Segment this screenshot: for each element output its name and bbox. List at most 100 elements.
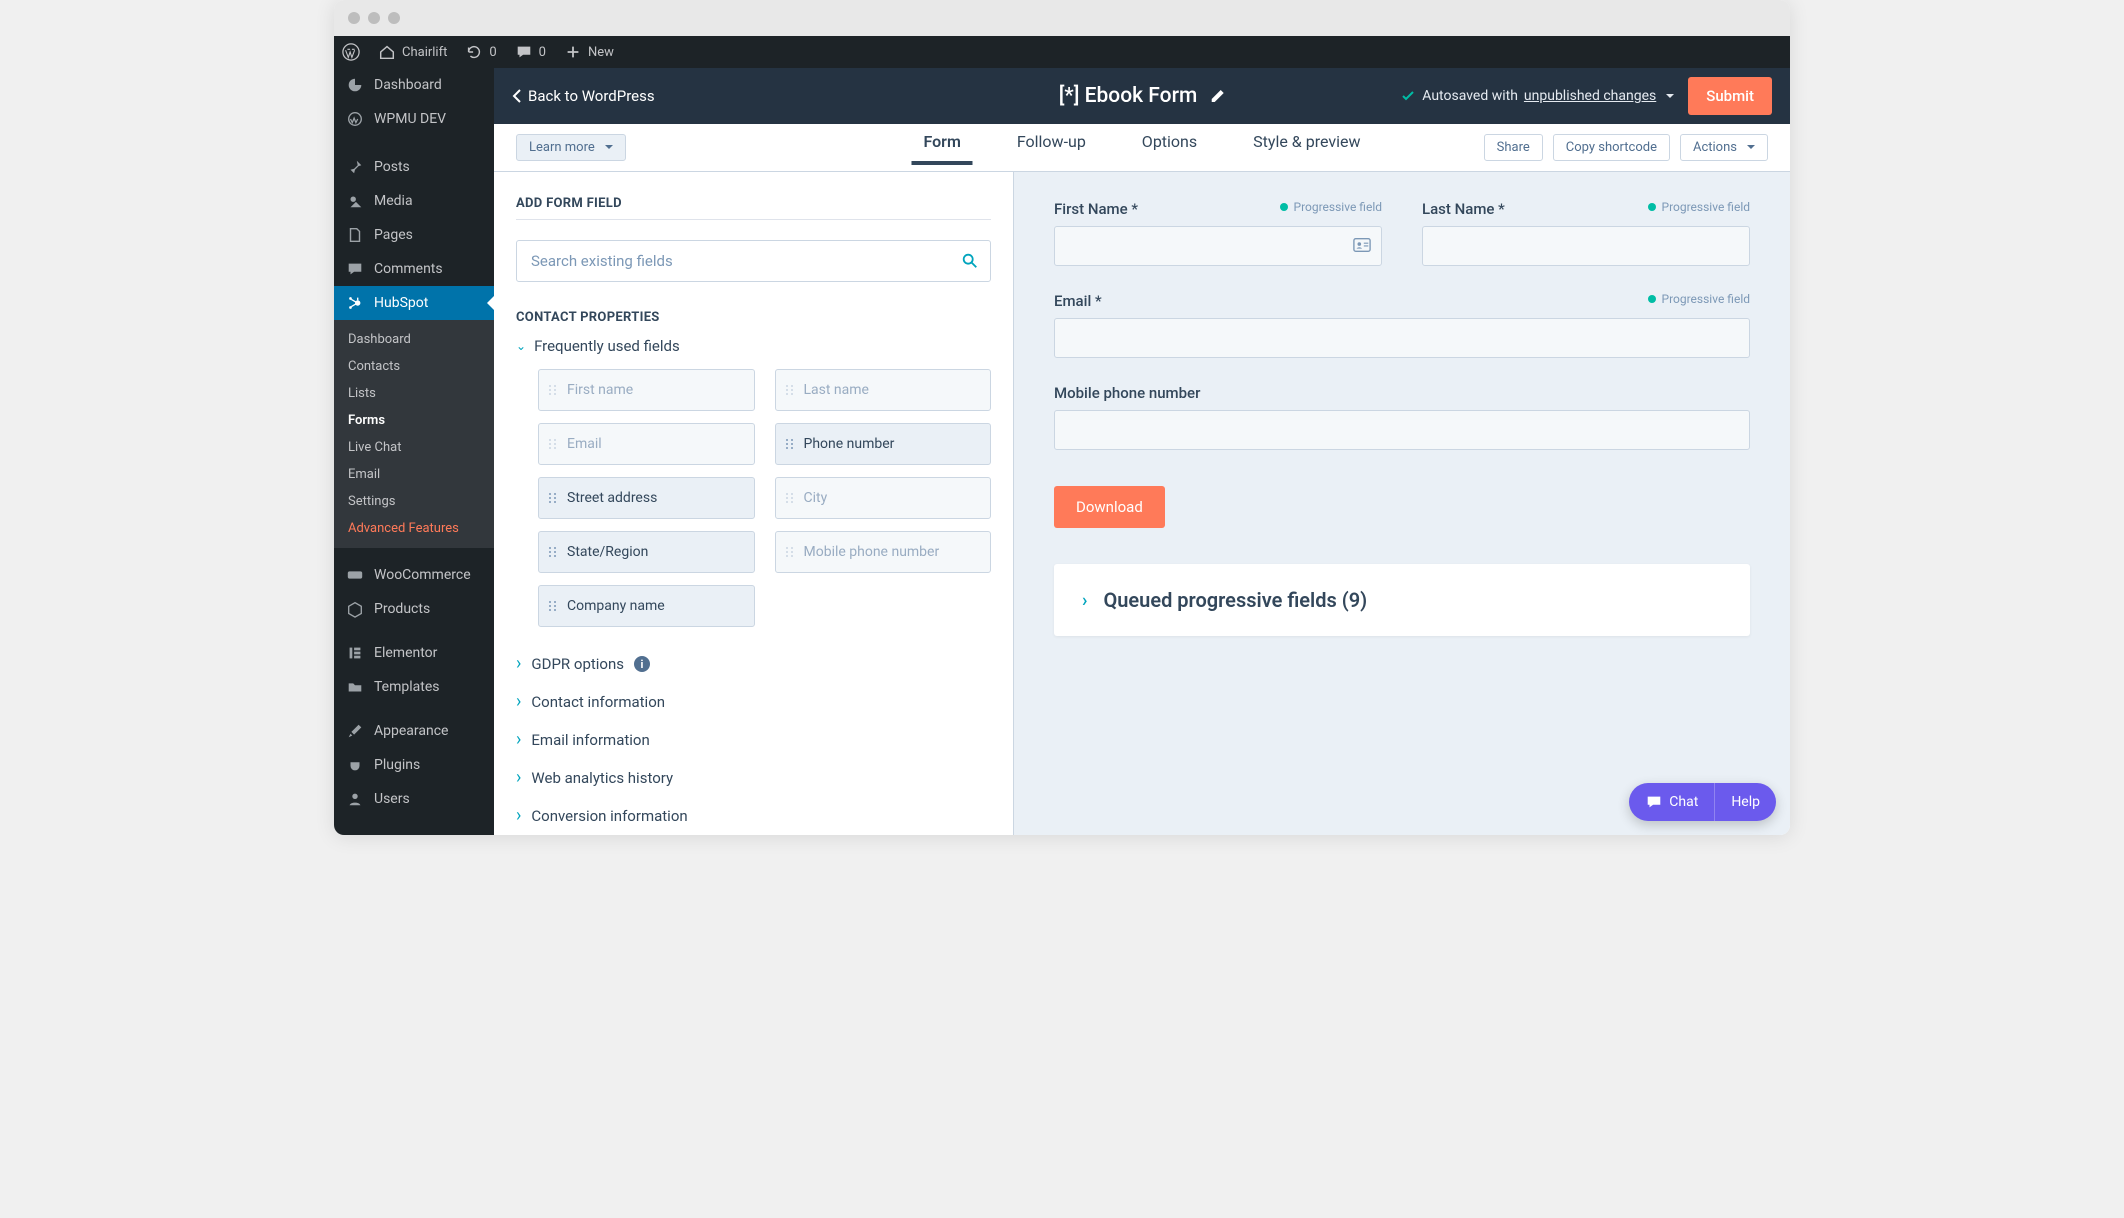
traffic-light-close[interactable] — [348, 12, 360, 24]
cat-analytics[interactable]: Web analytics history — [516, 759, 991, 797]
sidebar-item-appearance[interactable]: Appearance — [334, 714, 494, 748]
drag-icon — [786, 493, 794, 503]
submenu-livechat[interactable]: Live Chat — [334, 434, 494, 461]
wp-logo[interactable] — [342, 43, 360, 61]
traffic-light-max[interactable] — [388, 12, 400, 24]
chat-button[interactable]: Chat — [1629, 783, 1714, 821]
download-button[interactable]: Download — [1054, 486, 1165, 528]
hubspot-area: Back to WordPress [*] Ebook Form Autosav… — [494, 68, 1790, 835]
home-icon — [378, 43, 396, 61]
drag-icon — [786, 439, 794, 449]
sidebar-item-hubspot[interactable]: HubSpot — [334, 286, 494, 320]
sidebar-item-pages[interactable]: Pages — [334, 218, 494, 252]
refresh-count: 0 — [489, 45, 496, 60]
field-city[interactable]: City — [775, 477, 992, 519]
submit-button[interactable]: Submit — [1688, 77, 1772, 115]
hubspot-submenu: Dashboard Contacts Lists Forms Live Chat… — [334, 320, 494, 548]
mobile-input[interactable] — [1054, 410, 1750, 450]
search-icon[interactable] — [961, 252, 979, 270]
site-name: Chairlift — [402, 45, 447, 60]
field-label: Phone number — [804, 436, 895, 452]
submenu-forms[interactable]: Forms — [334, 407, 494, 434]
email-input[interactable] — [1054, 318, 1750, 358]
sidebar-item-wpmu[interactable]: WPMU DEV — [334, 102, 494, 136]
sidebar-item-label: Posts — [374, 159, 410, 175]
share-button[interactable]: Share — [1484, 134, 1543, 161]
drag-icon — [549, 439, 557, 449]
field-last-name[interactable]: Last name — [775, 369, 992, 411]
cat-gdpr[interactable]: GDPR options i — [516, 645, 991, 683]
wp-sidebar: Dashboard WPMU DEV Posts Media Page — [334, 68, 494, 835]
tab-style[interactable]: Style & preview — [1253, 132, 1360, 164]
tab-options[interactable]: Options — [1142, 132, 1197, 164]
sidebar-item-media[interactable]: Media — [334, 184, 494, 218]
chevron-down-icon — [1662, 88, 1674, 104]
freq-used-toggle[interactable]: ⌄ Frequently used fields — [516, 337, 991, 355]
field-company[interactable]: Company name — [538, 585, 755, 627]
field-first-name[interactable]: First name — [538, 369, 755, 411]
box-icon — [346, 600, 364, 618]
learn-more-button[interactable]: Learn more — [516, 134, 626, 161]
sidebar-item-elementor[interactable]: Elementor — [334, 636, 494, 670]
submenu-settings[interactable]: Settings — [334, 488, 494, 515]
search-fields-input[interactable] — [516, 240, 991, 282]
email-label: Email * — [1054, 292, 1750, 310]
cat-conversion[interactable]: Conversion information — [516, 797, 991, 835]
submenu-advanced[interactable]: Advanced Features — [334, 515, 494, 542]
sidebar-item-label: Elementor — [374, 645, 437, 661]
contact-card-icon — [1353, 237, 1371, 253]
chevron-right-icon — [516, 731, 521, 749]
queued-toggle[interactable]: Queued progressive fields (9) — [1082, 588, 1722, 612]
tab-followup[interactable]: Follow-up — [1017, 132, 1086, 164]
field-state[interactable]: State/Region — [538, 531, 755, 573]
drag-icon — [549, 601, 557, 611]
refresh-item[interactable]: 0 — [465, 43, 496, 61]
field-street[interactable]: Street address — [538, 477, 755, 519]
drag-icon — [786, 547, 794, 557]
browser-title-bar — [334, 0, 1790, 36]
pencil-icon[interactable] — [1209, 88, 1225, 104]
site-link[interactable]: Chairlift — [378, 43, 447, 61]
autosave-status[interactable]: Autosaved with unpublished changes — [1400, 88, 1674, 104]
submenu-lists[interactable]: Lists — [334, 380, 494, 407]
field-label: Mobile phone number — [804, 544, 940, 560]
field-mobile[interactable]: Mobile phone number — [775, 531, 992, 573]
wpmu-icon — [346, 110, 364, 128]
cat-contact-info[interactable]: Contact information — [516, 683, 991, 721]
comments-item[interactable]: 0 — [515, 43, 546, 61]
first-name-input[interactable] — [1054, 226, 1382, 266]
pin-icon — [346, 158, 364, 176]
drag-icon — [549, 547, 557, 557]
drag-icon — [786, 385, 794, 395]
field-email[interactable]: Email — [538, 423, 755, 465]
sidebar-item-plugins[interactable]: Plugins — [334, 748, 494, 782]
help-button[interactable]: Help — [1714, 783, 1776, 821]
tab-form[interactable]: Form — [923, 132, 960, 164]
cat-email-info[interactable]: Email information — [516, 721, 991, 759]
back-to-wp[interactable]: Back to WordPress — [512, 87, 655, 105]
help-label: Help — [1731, 794, 1760, 810]
submenu-contacts[interactable]: Contacts — [334, 353, 494, 380]
sidebar-item-comments[interactable]: Comments — [334, 252, 494, 286]
field-label: Company name — [567, 598, 665, 614]
new-item[interactable]: New — [564, 43, 614, 61]
chevron-right-icon — [516, 807, 521, 825]
sidebar-item-posts[interactable]: Posts — [334, 150, 494, 184]
sidebar-item-dashboard[interactable]: Dashboard — [334, 68, 494, 102]
traffic-light-min[interactable] — [368, 12, 380, 24]
sidebar-item-templates[interactable]: Templates — [334, 670, 494, 704]
sidebar-item-products[interactable]: Products — [334, 592, 494, 626]
media-icon — [346, 192, 364, 210]
submenu-dashboard[interactable]: Dashboard — [334, 326, 494, 353]
plus-icon — [564, 43, 582, 61]
last-name-input[interactable] — [1422, 226, 1750, 266]
sidebar-item-woocommerce[interactable]: WooCommerce — [334, 558, 494, 592]
copy-shortcode-button[interactable]: Copy shortcode — [1553, 134, 1670, 161]
actions-button[interactable]: Actions — [1680, 134, 1768, 161]
autosaved-link: unpublished changes — [1524, 88, 1656, 104]
page-icon — [346, 226, 364, 244]
sidebar-item-users[interactable]: Users — [334, 782, 494, 816]
sidebar-item-label: WPMU DEV — [374, 111, 446, 127]
field-phone[interactable]: Phone number — [775, 423, 992, 465]
submenu-email[interactable]: Email — [334, 461, 494, 488]
